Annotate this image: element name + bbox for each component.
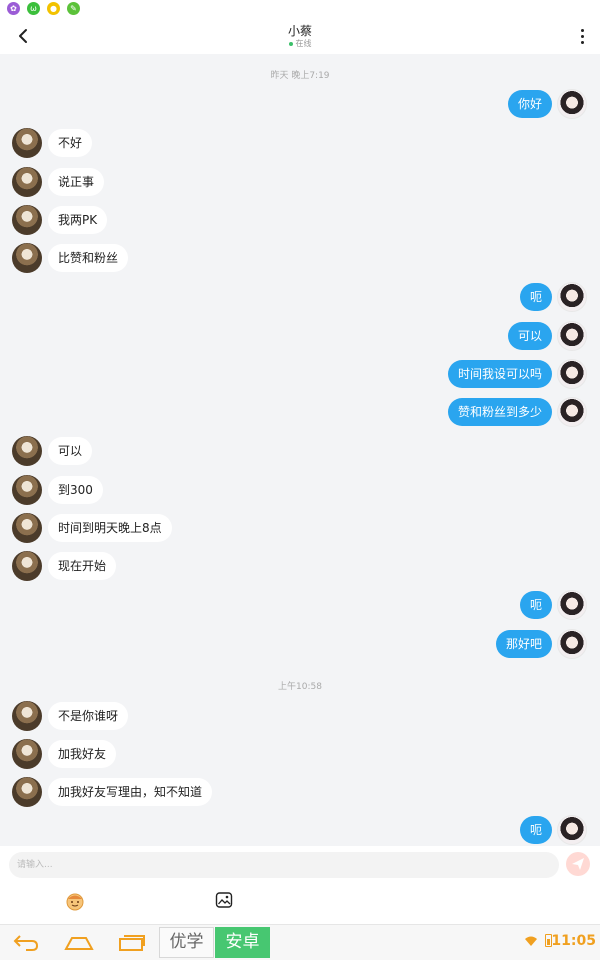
received-message-bubble[interactable]: 现在开始 [48,552,117,580]
message-list[interactable]: 昨天 晚上7:19 上午10:58 你好 不好 说正事 我两PK 比赞和粉丝呃可以 时间我设可… [0,54,600,846]
my-avatar[interactable] [557,590,587,620]
my-avatar[interactable] [557,282,587,312]
received-message-bubble[interactable]: 说正事 [48,168,105,196]
contact-avatar[interactable] [12,128,42,158]
home-nav-icon[interactable] [64,931,94,953]
contact-avatar[interactable] [12,436,42,466]
wifi-icon [525,936,537,946]
sent-message-bubble[interactable]: 呃 [519,591,552,619]
input-area: 请输入... [0,846,600,924]
app-notification-icon: ● [47,2,60,15]
my-avatar[interactable] [557,89,587,119]
clock: 11:05 [551,933,596,949]
contact-avatar[interactable] [12,701,42,731]
received-message-bubble[interactable]: 我两PK [48,206,108,234]
received-message-bubble[interactable]: 不好 [48,129,93,157]
received-message-bubble[interactable]: 加我好友写理由，知不知道 [48,778,213,806]
chat-header: 小蔡 在线 [0,18,600,54]
contact-avatar[interactable] [12,551,42,581]
received-message-bubble[interactable]: 时间到明天晚上8点 [48,514,172,542]
my-avatar[interactable] [557,629,587,659]
send-icon [572,858,584,870]
contact-avatar[interactable] [12,475,42,505]
contact-avatar[interactable] [12,777,42,807]
sent-message-bubble[interactable]: 呃 [519,283,552,311]
contact-avatar[interactable] [12,243,42,273]
my-avatar[interactable] [557,321,587,351]
online-status: 在线 [0,38,600,49]
recent-apps-icon[interactable] [118,931,146,953]
chat-title: 小蔡 [287,24,312,38]
more-options-icon[interactable] [574,24,590,48]
received-message-bubble[interactable]: 加我好友 [48,740,117,768]
received-message-bubble[interactable]: 不是你谁呀 [48,702,129,730]
ime-option-youxue[interactable]: 优学 [159,927,214,958]
back-nav-icon[interactable] [12,931,40,953]
emoji-icon[interactable] [64,890,86,912]
contact-avatar[interactable] [12,167,42,197]
message-input[interactable]: 请输入... [9,852,559,878]
sent-message-bubble[interactable]: 呃 [519,816,552,844]
received-message-bubble[interactable]: 比赞和粉丝 [48,244,129,272]
app-notification-icon: ✿ [7,2,20,15]
received-message-bubble[interactable]: 可以 [48,437,93,465]
my-avatar[interactable] [557,359,587,389]
send-button[interactable] [566,852,590,876]
online-status-label: 在线 [295,39,312,48]
app-notification-icon: ✎ [67,2,80,15]
chat-timestamp: 昨天 晚上7:19 [270,71,330,81]
sent-message-bubble[interactable]: 你好 [507,90,552,118]
status-bar: ✿ ω ● ✎ [0,0,600,18]
image-picker-icon[interactable] [215,891,233,909]
online-dot-icon [288,41,293,46]
contact-avatar[interactable] [12,513,42,543]
chat-timestamp: 上午10:58 [278,682,322,692]
received-message-bubble[interactable]: 到300 [48,476,103,504]
sent-message-bubble[interactable]: 可以 [507,322,552,350]
sent-message-bubble[interactable]: 赞和粉丝到多少 [447,398,552,426]
sent-message-bubble[interactable]: 那好吧 [495,630,552,658]
system-nav-bar: 优学 安卓 11:05 [0,924,600,960]
app-notification-icon: ω [27,2,40,15]
sent-message-bubble[interactable]: 时间我设可以吗 [447,360,552,388]
contact-avatar[interactable] [12,205,42,235]
contact-avatar[interactable] [12,739,42,769]
ime-option-anzhuo[interactable]: 安卓 [215,927,270,958]
my-avatar[interactable] [557,815,587,845]
my-avatar[interactable] [557,397,587,427]
